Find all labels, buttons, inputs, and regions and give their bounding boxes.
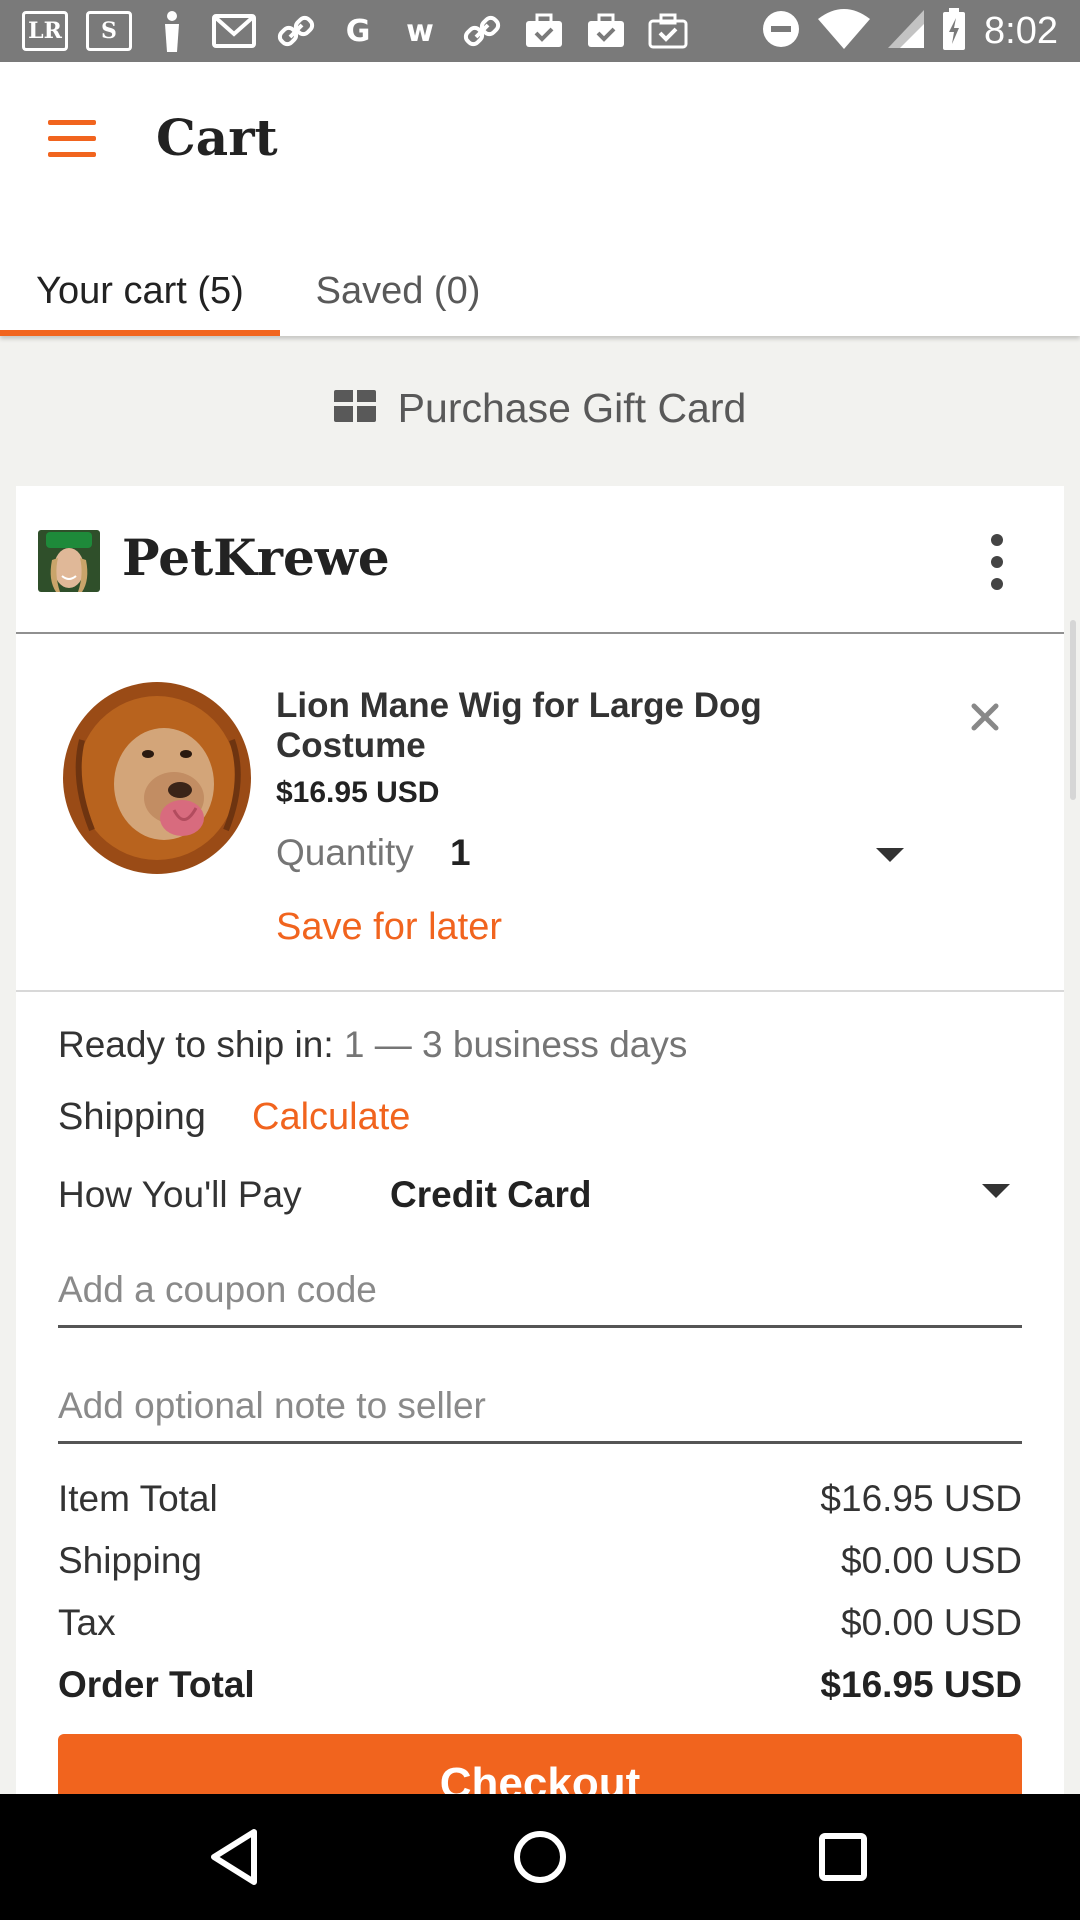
battery-icon xyxy=(942,8,966,54)
gift-card-icon xyxy=(333,390,376,426)
shop-header: PetKrewe xyxy=(16,486,1064,634)
s-app-icon: S xyxy=(86,11,132,51)
item-total-value: $16.95 USD xyxy=(820,1478,1022,1519)
chevron-down-icon[interactable] xyxy=(876,848,904,862)
gmail-icon xyxy=(212,10,256,52)
back-icon[interactable] xyxy=(202,1824,272,1890)
briefcase-check-icon xyxy=(522,10,566,52)
shop-name[interactable]: PetKrewe xyxy=(122,528,390,587)
link-icon xyxy=(460,10,504,52)
tax-value: $0.00 USD xyxy=(841,1602,1022,1643)
ready-to-ship-label: Ready to ship in: xyxy=(58,1024,334,1065)
shipping-label: Shipping xyxy=(58,1096,206,1138)
quantity-select[interactable]: 1 xyxy=(450,832,471,874)
coupon-code-input[interactable] xyxy=(58,1254,1022,1328)
more-options-icon[interactable] xyxy=(982,534,1012,590)
item-total-label: Item Total xyxy=(58,1478,218,1519)
active-tab-indicator xyxy=(0,330,280,336)
scrollbar[interactable] xyxy=(1070,620,1076,800)
item-thumbnail[interactable] xyxy=(62,680,256,876)
google-icon: G xyxy=(345,13,371,49)
purchase-gift-card-button[interactable]: Purchase Gift Card xyxy=(0,338,1080,478)
system-nav-bar xyxy=(0,1794,1080,1920)
w-icon: w xyxy=(406,13,434,49)
briefcase-check-icon xyxy=(646,10,690,52)
order-total-label: Order Total xyxy=(58,1664,255,1705)
wifi-icon xyxy=(818,9,871,53)
shop-avatar[interactable] xyxy=(38,530,100,592)
cart-item: Lion Mane Wig for Large Dog Costume $16.… xyxy=(16,636,1064,992)
page-title: Cart xyxy=(156,108,278,167)
home-icon[interactable] xyxy=(505,1824,575,1890)
save-for-later-link[interactable]: Save for later xyxy=(276,906,502,949)
note-to-seller-input[interactable] xyxy=(58,1370,1022,1444)
clock: 8:02 xyxy=(984,9,1058,52)
recents-icon[interactable] xyxy=(808,1824,878,1890)
chevron-down-icon[interactable] xyxy=(982,1184,1010,1198)
dnd-icon xyxy=(762,10,800,52)
menu-icon[interactable] xyxy=(44,118,100,162)
shop-cart-card: PetKrewe Lion Mane Wig for Large Dog Cos… xyxy=(16,486,1064,1834)
app-header: Cart Your cart (5) Saved (0) xyxy=(0,62,1080,336)
close-icon[interactable] xyxy=(960,692,1010,742)
ready-to-ship-value: 1 — 3 business days xyxy=(343,1024,688,1065)
notification-icons: LR S G w xyxy=(22,10,690,52)
system-status: 8:02 xyxy=(762,8,1058,54)
gift-card-label: Purchase Gift Card xyxy=(397,384,747,431)
signal-icon xyxy=(888,10,925,52)
link-icon xyxy=(274,10,318,52)
quantity-label: Quantity xyxy=(276,832,414,873)
payment-method-select[interactable]: Credit Card xyxy=(390,1174,591,1216)
order-total-value: $16.95 USD xyxy=(820,1664,1022,1705)
lr-icon: LR xyxy=(22,11,68,51)
briefcase-check-icon xyxy=(584,10,628,52)
shipping-total-label: Shipping xyxy=(58,1540,203,1581)
tab-saved[interactable]: Saved (0) xyxy=(282,246,514,336)
payment-method-label: How You'll Pay xyxy=(58,1174,302,1215)
person-icon xyxy=(150,10,194,52)
item-title[interactable]: Lion Mane Wig for Large Dog Costume xyxy=(276,686,876,766)
tab-your-cart[interactable]: Your cart (5) xyxy=(0,246,280,336)
ready-to-ship: Ready to ship in: 1 — 3 business days xyxy=(58,1024,687,1066)
shipping-total-value: $0.00 USD xyxy=(841,1540,1022,1581)
calculate-shipping-link[interactable]: Calculate xyxy=(252,1096,410,1139)
tax-label: Tax xyxy=(58,1602,116,1643)
item-price: $16.95 USD xyxy=(276,776,440,809)
status-bar: LR S G w 8:02 xyxy=(0,0,1080,62)
